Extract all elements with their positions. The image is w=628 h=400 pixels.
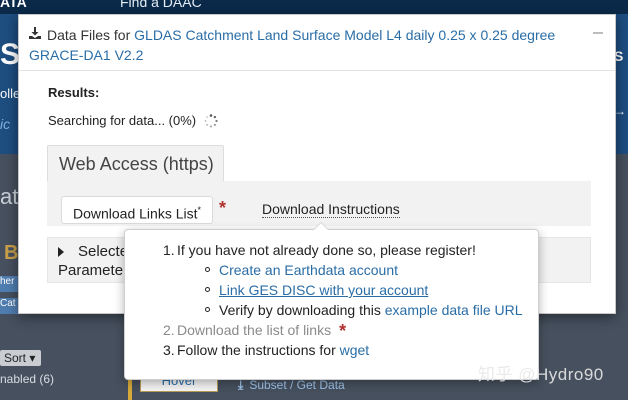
sub-step-create-account: Create an Earthdata account	[219, 261, 398, 279]
top-navbar: ATA Find a DAAC	[0, 0, 628, 14]
step-3-text: Follow the instructions for	[177, 342, 340, 358]
caret-right-icon	[58, 247, 64, 257]
b-fragment: B	[4, 242, 19, 264]
download-instructions-link[interactable]: Download Instructions	[262, 201, 400, 218]
modal-header: Data Files for GLDAS Catchment Land Surf…	[19, 15, 615, 71]
step-number: 2.	[163, 322, 175, 338]
bullet-icon	[205, 307, 210, 312]
select-panel-title: Selecte	[78, 243, 129, 260]
wget-link[interactable]: wget	[340, 342, 370, 358]
create-earthdata-account-link[interactable]: Create an Earthdata account	[219, 262, 398, 278]
download-icon: ⤓	[238, 378, 244, 392]
step-1-text: If you have not already done so, please …	[177, 242, 476, 258]
search-status: Searching for data... (0%)	[48, 113, 218, 128]
logo-fragment: S	[0, 38, 21, 71]
sub-step-link-account: Link GES DISC with your account	[219, 281, 428, 299]
minimize-icon[interactable]	[591, 23, 605, 37]
watermark: 知乎 @Hydro90	[478, 365, 604, 384]
download-links-list-button[interactable]: Download Links List*	[61, 196, 213, 224]
title-prefix: Data Files for	[47, 27, 135, 43]
example-data-file-url-link[interactable]: example data file URL	[385, 302, 523, 318]
italic-fragment: ic	[0, 116, 11, 132]
download-instructions-popover: 1. If you have not already done so, pleas…	[124, 222, 539, 380]
bullet-icon	[205, 287, 210, 292]
enabled-count: nabled (6)	[0, 372, 55, 386]
verify-text: Verify by downloading this	[219, 302, 385, 318]
subset-label: Subset / Get Data	[249, 378, 345, 392]
tab-web-access[interactable]: Web Access (https)	[47, 145, 224, 183]
step-1: 1. If you have not already done so, pleas…	[163, 241, 476, 259]
subset-get-data-link[interactable]: ⤓ Subset / Get Data	[238, 378, 345, 393]
sort-dropdown[interactable]: Sort ▾	[0, 350, 42, 366]
modal-title: Data Files for GLDAS Catchment Land Surf…	[29, 25, 584, 65]
sort-label: Sort	[4, 351, 27, 365]
loading-spinner-icon	[204, 114, 218, 128]
results-label: Results:	[48, 85, 100, 100]
step-3: 3. Follow the instructions for wget	[163, 341, 369, 359]
find-daac-menu[interactable]: Find a DAAC	[120, 0, 202, 10]
required-star-icon: *	[219, 198, 227, 218]
web-access-panel: Download Links List* * Download Instruct…	[47, 181, 591, 226]
step-number: 1.	[163, 242, 175, 258]
select-panel-subtitle: Paramete	[58, 262, 124, 279]
heading-fragment: at	[0, 184, 19, 209]
download-links-label: Download Links List	[72, 205, 198, 222]
search-status-text: Searching for data... (0%)	[48, 113, 197, 128]
step-2-text: Download the list of links	[177, 322, 332, 338]
required-star-icon: *	[339, 321, 347, 341]
sub-step-verify: Verify by downloading this example data …	[219, 301, 523, 319]
brand-text: ATA	[0, 0, 27, 10]
step-2: 2. Download the list of links *	[163, 321, 346, 340]
footnote-marker: *	[197, 205, 202, 215]
step-number: 3.	[163, 342, 175, 358]
bullet-icon	[205, 267, 210, 272]
link-ges-disc-account-link[interactable]: Link GES DISC with your account	[219, 282, 428, 298]
